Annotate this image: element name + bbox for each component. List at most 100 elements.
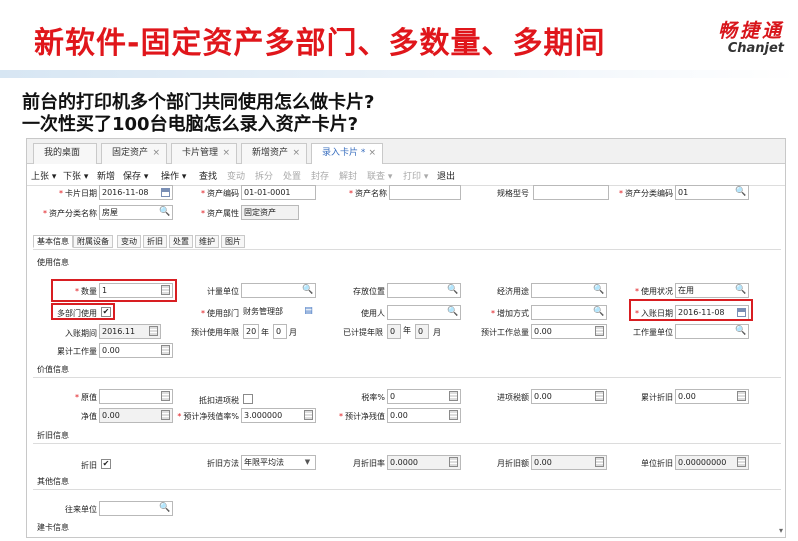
search-icon[interactable]: 🔍: [735, 285, 746, 296]
calculator-icon[interactable]: [304, 410, 313, 420]
search-icon[interactable]: 🔍: [159, 207, 170, 218]
calculator-icon[interactable]: [595, 457, 604, 467]
operate-button[interactable]: 操作 ▾: [161, 169, 186, 182]
calculator-icon[interactable]: [161, 391, 170, 401]
prev-card-button[interactable]: 上张 ▾: [31, 169, 56, 182]
section-depreciation: 折旧信息: [37, 431, 69, 440]
unit-dep-field[interactable]: 0.00000000: [675, 455, 749, 470]
spec-field[interactable]: [533, 185, 609, 200]
status-field[interactable]: 在用 🔍: [675, 283, 749, 298]
asset-name-label: * 资产名称: [349, 189, 387, 198]
subtab-image[interactable]: 图片: [221, 235, 245, 248]
subtab-dispose[interactable]: 处置: [169, 235, 193, 248]
search-icon[interactable]: 🔍: [447, 307, 458, 318]
entry-period-field[interactable]: 2016.11: [99, 324, 161, 339]
close-icon[interactable]: ×: [368, 144, 376, 163]
tax-rate-field[interactable]: 0: [387, 389, 461, 404]
tab-enter-card[interactable]: 录入卡片 * ×: [311, 143, 383, 165]
monthly-amt-field[interactable]: 0.00: [531, 455, 607, 470]
workload-unit-field[interactable]: 🔍: [675, 324, 749, 339]
dept-field[interactable]: 财务管理部 ▤: [241, 305, 316, 320]
calculator-icon[interactable]: [149, 326, 158, 336]
tab-fixed-assets[interactable]: 固定资产 ×: [101, 143, 167, 164]
seal-button[interactable]: 封存: [311, 169, 329, 182]
salvage-field[interactable]: 0.00: [387, 408, 461, 423]
tab-desktop[interactable]: 我的桌面: [33, 143, 97, 164]
split-button[interactable]: 拆分: [255, 169, 273, 182]
est-life-month-field[interactable]: 0: [273, 324, 287, 339]
input-tax-field[interactable]: 0.00: [531, 389, 607, 404]
calculator-icon[interactable]: [595, 326, 604, 336]
search-icon[interactable]: 🔍: [593, 307, 604, 318]
print-button[interactable]: 打印 ▾: [403, 169, 428, 182]
search-icon[interactable]: 🔍: [447, 285, 458, 296]
dep-method-select[interactable]: 年限平均法 ▼: [241, 455, 316, 470]
tab-new-asset[interactable]: 新增资产 ×: [241, 143, 307, 164]
calculator-icon[interactable]: [161, 410, 170, 420]
search-icon[interactable]: 🔍: [159, 503, 170, 514]
search-icon[interactable]: 🔍: [735, 187, 746, 198]
dept-label: * 使用部门: [201, 309, 239, 318]
category-name-field[interactable]: 房屋 🔍: [99, 205, 173, 220]
new-button[interactable]: 新增: [97, 169, 115, 182]
calculator-icon[interactable]: [161, 345, 170, 355]
next-card-button[interactable]: 下张 ▾: [63, 169, 88, 182]
monthly-rate-field[interactable]: 0.0000: [387, 455, 461, 470]
subtab-maintain[interactable]: 维护: [195, 235, 219, 248]
calculator-icon[interactable]: [737, 391, 746, 401]
add-method-label: * 增加方式: [491, 309, 529, 318]
calculator-icon[interactable]: [737, 457, 746, 467]
calendar-icon[interactable]: [161, 188, 170, 197]
calculator-icon[interactable]: [595, 391, 604, 401]
used-life-month-field[interactable]: 0: [415, 324, 429, 339]
subtab-basic[interactable]: 基本信息: [33, 235, 73, 248]
unit-field[interactable]: 🔍: [241, 283, 316, 298]
search-icon[interactable]: 🔍: [302, 285, 313, 296]
scroll-down-icon[interactable]: ▾: [779, 526, 783, 535]
used-life-year-field[interactable]: 0: [387, 324, 401, 339]
save-button[interactable]: 保存 ▾: [123, 169, 148, 182]
partner-field[interactable]: 🔍: [99, 501, 173, 516]
est-workload-field[interactable]: 0.00: [531, 324, 607, 339]
location-field[interactable]: 🔍: [387, 283, 461, 298]
unseal-button[interactable]: 解封: [339, 169, 357, 182]
acc-workload-field[interactable]: 0.00: [99, 343, 173, 358]
highlight-qty: [51, 279, 177, 302]
category-code-field[interactable]: 01 🔍: [675, 185, 749, 200]
search-icon[interactable]: 🔍: [593, 285, 604, 296]
subtab-depreciation[interactable]: 折旧: [143, 235, 167, 248]
asset-name-field[interactable]: [389, 185, 461, 200]
dep-label: 折旧: [81, 461, 97, 470]
user-field[interactable]: 🔍: [387, 305, 461, 320]
change-button[interactable]: 变动: [227, 169, 245, 182]
tab-card-manage[interactable]: 卡片管理 ×: [171, 143, 237, 164]
calculator-icon[interactable]: [449, 457, 458, 467]
purpose-field[interactable]: 🔍: [531, 283, 607, 298]
dispose-button[interactable]: 处置: [283, 169, 301, 182]
salvage-rate-field[interactable]: 3.000000: [241, 408, 316, 423]
search-icon[interactable]: 🔍: [735, 326, 746, 337]
monthly-rate-label: 月折旧率: [353, 459, 385, 468]
close-icon[interactable]: ×: [222, 144, 230, 163]
acc-dep-field[interactable]: 0.00: [675, 389, 749, 404]
dep-checkbox[interactable]: ✔: [101, 459, 111, 469]
est-life-year-field[interactable]: 20: [243, 324, 259, 339]
list-icon[interactable]: ▤: [303, 306, 314, 317]
close-icon[interactable]: ×: [292, 144, 300, 163]
add-method-field[interactable]: 🔍: [531, 305, 607, 320]
asset-code-field[interactable]: 01-01-0001: [241, 185, 316, 200]
asset-attr-field[interactable]: 固定资产: [241, 205, 299, 220]
calculator-icon[interactable]: [449, 410, 458, 420]
subtab-change[interactable]: 变动: [117, 235, 141, 248]
subtab-accessory[interactable]: 附属设备: [73, 235, 113, 248]
card-date-field[interactable]: 2016-11-08: [99, 185, 173, 200]
orig-field[interactable]: [99, 389, 173, 404]
deduct-checkbox[interactable]: [243, 394, 253, 404]
exit-button[interactable]: 退出: [437, 169, 455, 182]
find-button[interactable]: 查找: [199, 169, 217, 182]
link-query-button[interactable]: 联查 ▾: [367, 169, 392, 182]
chevron-down-icon[interactable]: ▼: [302, 457, 313, 468]
calculator-icon[interactable]: [449, 391, 458, 401]
net-field[interactable]: 0.00: [99, 408, 173, 423]
close-icon[interactable]: ×: [152, 144, 160, 163]
